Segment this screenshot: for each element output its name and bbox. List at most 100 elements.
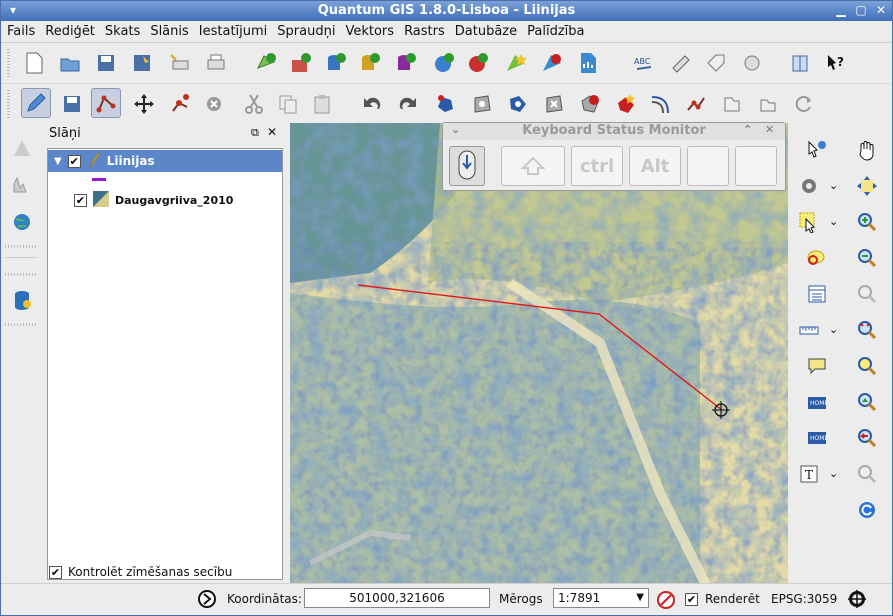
settings-gear-icon[interactable] bbox=[796, 173, 822, 199]
add-postgis-layer-icon[interactable] bbox=[323, 50, 349, 76]
stop-rendering-icon[interactable] bbox=[653, 587, 679, 613]
render-order-checkbox[interactable]: ✔ bbox=[49, 565, 62, 579]
dropdown-arrow-icon[interactable]: ⌄ bbox=[829, 179, 838, 192]
database-manager-icon[interactable] bbox=[9, 287, 35, 313]
menu-layer[interactable]: Slānis bbox=[144, 21, 192, 39]
menu-vector[interactable]: Vektors bbox=[339, 21, 398, 39]
help-contents-icon[interactable] bbox=[787, 50, 813, 76]
zoom-in-icon[interactable] bbox=[854, 209, 880, 235]
composer-manager-icon[interactable] bbox=[203, 50, 229, 76]
add-ring-icon[interactable] bbox=[469, 91, 495, 117]
globe-icon[interactable] bbox=[9, 209, 35, 235]
layer-visibility-checkbox[interactable]: ✔ bbox=[74, 193, 87, 207]
toggle-editing-icon[interactable] bbox=[21, 88, 51, 118]
menu-database[interactable]: Datubāze bbox=[449, 21, 521, 39]
add-feature-icon[interactable] bbox=[91, 88, 121, 118]
attribute-table-icon[interactable] bbox=[804, 281, 830, 307]
text-annotation-icon[interactable]: T bbox=[796, 461, 822, 487]
keyboard-monitor-title-bar[interactable]: ⌄ Keyboard Status Monitor ⌃ ✕ bbox=[443, 123, 785, 140]
whats-this-icon[interactable]: ? bbox=[823, 50, 849, 76]
move-feature-icon[interactable] bbox=[131, 91, 157, 117]
layer-visibility-checkbox[interactable]: ✔ bbox=[67, 154, 81, 168]
zoom-last-icon[interactable] bbox=[854, 425, 880, 451]
redo-icon[interactable] bbox=[395, 91, 421, 117]
float-panel-icon[interactable]: ⧉ bbox=[251, 126, 259, 140]
toggle-extents-icon[interactable] bbox=[194, 586, 220, 612]
pan-to-selection-icon[interactable] bbox=[854, 173, 880, 199]
close-monitor-icon[interactable]: ✕ bbox=[765, 123, 774, 136]
layer-row-daugavgriiva[interactable]: ✔ Daugavgriiva_2010 bbox=[48, 189, 282, 211]
add-wcs-layer-icon[interactable] bbox=[465, 50, 491, 76]
menu-file[interactable]: Fails bbox=[1, 21, 39, 39]
render-order-control[interactable]: ✔ Kontrolēt zīmēšanas secību bbox=[49, 565, 232, 579]
print-composer-icon[interactable] bbox=[167, 50, 193, 76]
save-as-icon[interactable] bbox=[129, 50, 155, 76]
zoom-full-icon[interactable] bbox=[854, 317, 880, 343]
tag-icon[interactable] bbox=[703, 50, 729, 76]
layer-row-liinijas[interactable]: ▼ ✔ Liinijas bbox=[48, 150, 282, 172]
zoom-out-icon[interactable] bbox=[854, 245, 880, 271]
pan-map-icon[interactable] bbox=[854, 137, 880, 163]
crs-globe-icon[interactable] bbox=[844, 586, 870, 612]
measure-line-icon[interactable] bbox=[796, 317, 822, 343]
undo-icon[interactable] bbox=[359, 91, 385, 117]
topology-icon[interactable] bbox=[667, 50, 693, 76]
map-tips-icon[interactable] bbox=[804, 353, 830, 379]
menu-edit[interactable]: Rediģēt bbox=[39, 21, 99, 39]
save-edits-icon[interactable] bbox=[59, 91, 85, 117]
delete-selected-icon[interactable] bbox=[201, 91, 227, 117]
menu-view[interactable]: Skats bbox=[99, 21, 144, 39]
deselect-features-icon[interactable] bbox=[804, 245, 830, 271]
coordinates-field[interactable]: 501000,321606 bbox=[304, 588, 490, 608]
reshape-features-icon[interactable] bbox=[613, 91, 639, 117]
add-vector-layer-icon[interactable] bbox=[253, 50, 279, 76]
minimize-icon[interactable]: ▁ bbox=[833, 3, 849, 18]
save-project-icon[interactable] bbox=[93, 50, 119, 76]
histogram-icon[interactable] bbox=[9, 171, 35, 197]
identify-features-icon[interactable] bbox=[804, 137, 830, 163]
add-spatialite-layer-icon[interactable] bbox=[357, 50, 383, 76]
map-canvas[interactable] bbox=[290, 123, 788, 583]
georeferencer-icon[interactable] bbox=[9, 135, 35, 161]
close-panel-icon[interactable]: ✕ bbox=[267, 125, 277, 139]
plugin-tools-icon[interactable] bbox=[739, 50, 765, 76]
menu-settings[interactable]: Iestatījumi bbox=[193, 21, 272, 39]
collapse-icon[interactable]: ⌄ bbox=[451, 123, 460, 136]
render-checkbox[interactable]: ✔ bbox=[685, 593, 698, 606]
cut-features-icon[interactable] bbox=[241, 91, 267, 117]
dropdown-arrow-icon[interactable]: ⌄ bbox=[829, 215, 838, 228]
scale-combo[interactable]: 1:7891 ▼ bbox=[553, 588, 649, 608]
copy-features-icon[interactable] bbox=[275, 91, 301, 117]
rotate-point-symbols-icon[interactable] bbox=[791, 91, 817, 117]
delete-ring-icon[interactable] bbox=[541, 91, 567, 117]
merge-features-icon[interactable] bbox=[719, 91, 745, 117]
close-icon[interactable]: ✕ bbox=[873, 3, 889, 18]
select-features-icon[interactable] bbox=[796, 209, 822, 235]
simplify-feature-icon[interactable] bbox=[433, 91, 459, 117]
spell-check-icon[interactable]: ABC bbox=[631, 50, 657, 76]
toolbar-grip[interactable] bbox=[7, 49, 10, 77]
split-features-icon[interactable] bbox=[683, 91, 709, 117]
show-bookmarks-icon[interactable]: HOME bbox=[804, 425, 830, 451]
menu-raster[interactable]: Rastrs bbox=[398, 21, 449, 39]
refresh-icon[interactable] bbox=[854, 497, 880, 523]
new-shapefile-icon[interactable] bbox=[503, 50, 529, 76]
open-project-icon[interactable] bbox=[57, 50, 83, 76]
new-project-icon[interactable] bbox=[21, 50, 47, 76]
menu-help[interactable]: Palīdzība bbox=[521, 21, 588, 39]
add-part-icon[interactable] bbox=[505, 91, 531, 117]
collapse-arrow-icon[interactable]: ▼ bbox=[54, 156, 62, 167]
new-bookmark-icon[interactable]: HOME bbox=[804, 389, 830, 415]
maximize-icon[interactable]: ▢ bbox=[853, 3, 869, 18]
zoom-actual-size-icon[interactable] bbox=[854, 281, 880, 307]
zoom-to-layer-icon[interactable] bbox=[854, 389, 880, 415]
paste-features-icon[interactable] bbox=[309, 91, 335, 117]
merge-attributes-icon[interactable] bbox=[755, 91, 781, 117]
offset-curve-icon[interactable] bbox=[647, 91, 673, 117]
remove-layer-icon[interactable] bbox=[539, 50, 565, 76]
new-gpx-layer-icon[interactable] bbox=[575, 50, 601, 76]
menu-plugins[interactable]: Spraudņi bbox=[271, 21, 339, 39]
chevron-down-icon[interactable]: ▼ bbox=[636, 589, 644, 607]
add-mssql-layer-icon[interactable] bbox=[393, 50, 419, 76]
dropdown-arrow-icon[interactable]: ⌄ bbox=[829, 467, 838, 480]
